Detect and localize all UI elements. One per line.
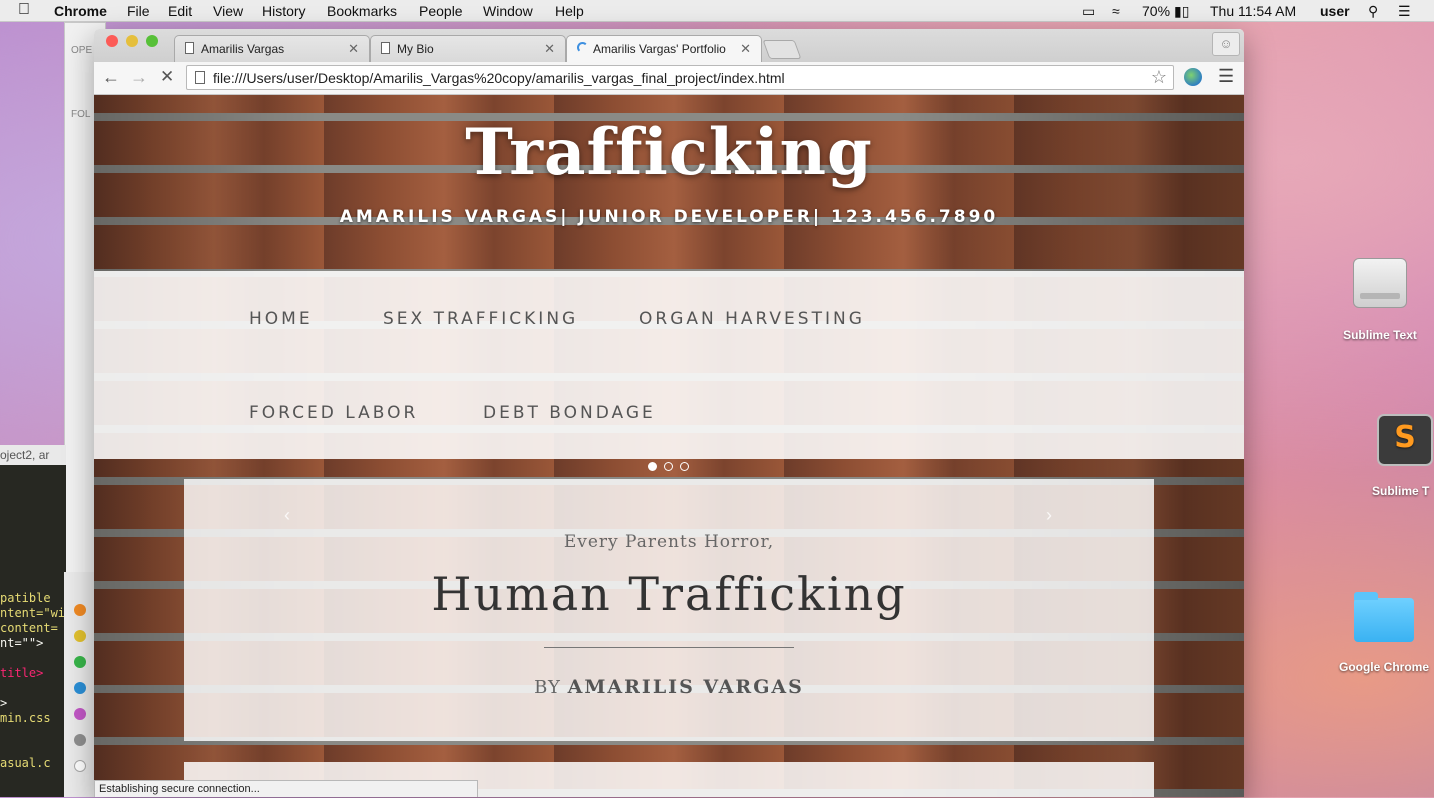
address-bar[interactable]: file:///Users/user/Desktop/Amarilis_Varg… — [186, 65, 1174, 90]
tab-portfolio[interactable]: Amarilis Vargas' Portfolio ✕ — [566, 35, 762, 62]
menu-help[interactable]: Help — [555, 3, 584, 19]
nav-organ-harvesting[interactable]: ORGAN HARVESTING — [639, 309, 865, 329]
code-line: nt=""> — [0, 636, 44, 650]
browser-status-bar: Establishing secure connection... — [94, 780, 478, 797]
loading-spinner-icon — [577, 42, 588, 53]
code-line: title> — [0, 666, 44, 680]
battery-percent[interactable]: 70% — [1142, 3, 1170, 19]
apple-icon[interactable]:  — [18, 1, 30, 19]
carousel-dot-2[interactable] — [664, 462, 673, 471]
byline-prefix: BY — [534, 677, 568, 698]
hero-heading: Human Trafficking — [431, 567, 907, 621]
minimize-window-button[interactable] — [126, 35, 138, 47]
menu-file[interactable]: File — [127, 3, 150, 19]
zoom-window-button[interactable] — [146, 35, 158, 47]
menu-people[interactable]: People — [419, 3, 463, 19]
chrome-window: Amarilis Vargas ✕ My Bio ✕ Amarilis Varg… — [94, 29, 1244, 797]
code-line: patible — [0, 591, 51, 605]
notification-center-icon[interactable]: ☰ — [1398, 3, 1411, 20]
menubar:  Chrome File Edit View History Bookmark… — [0, 0, 1434, 22]
page-icon — [195, 71, 205, 84]
menubar-user[interactable]: user — [1320, 3, 1350, 19]
chrome-menu-icon[interactable]: ☰ — [1218, 66, 1234, 87]
carousel-indicators — [94, 462, 1244, 474]
menu-window[interactable]: Window — [483, 3, 533, 19]
browser-toolbar: ← → ✕ file:///Users/user/Desktop/Amarili… — [94, 62, 1244, 95]
battery-icon[interactable]: ▮▯ — [1174, 3, 1189, 20]
nav-forced-labor[interactable]: FORCED LABOR — [249, 403, 418, 423]
close-window-button[interactable] — [106, 35, 118, 47]
tab-title: Amarilis Vargas — [201, 42, 285, 56]
editor-tab[interactable]: oject2, ar — [0, 445, 66, 465]
desktop-icon-label: Google Chrome — [1338, 660, 1429, 674]
menubar-clock[interactable]: Thu 11:54 AM — [1210, 3, 1296, 19]
nav-sex-trafficking[interactable]: SEX TRAFFICKING — [383, 309, 578, 329]
folder-icon — [1354, 592, 1414, 642]
wifi-icon[interactable]: ≈ — [1112, 3, 1120, 19]
desktop-icon-sublime[interactable]: S Sublime T — [1360, 414, 1434, 498]
menu-view[interactable]: View — [213, 3, 243, 19]
tag-gray-icon[interactable] — [74, 734, 86, 746]
hard-drive-icon — [1353, 258, 1407, 308]
address-url[interactable]: file:///Users/user/Desktop/Amarilis_Varg… — [213, 70, 785, 86]
site-subtitle: AMARILIS VARGAS| JUNIOR DEVELOPER| 123.4… — [339, 207, 999, 227]
hero-intro: Every Parents Horror, — [563, 532, 775, 552]
menu-bookmarks[interactable]: Bookmarks — [327, 3, 397, 19]
document-icon — [185, 42, 194, 54]
code-line: ntent="wi — [0, 606, 66, 620]
hero-divider — [544, 647, 794, 648]
menu-history[interactable]: History — [262, 3, 306, 19]
document-icon — [381, 42, 390, 54]
code-line: content= — [0, 621, 58, 635]
menu-app-chrome[interactable]: Chrome — [54, 3, 107, 19]
tag-green-icon[interactable] — [74, 656, 86, 668]
profile-icon[interactable]: ☺ — [1212, 32, 1240, 56]
tag-yellow-icon[interactable] — [74, 630, 86, 642]
airplay-icon[interactable]: ▭ — [1082, 3, 1095, 20]
code-line: > — [0, 696, 8, 710]
bg-label-fol: FOL — [71, 109, 91, 120]
site-nav: HOME SEX TRAFFICKING ORGAN HARVESTING FO… — [94, 271, 1244, 459]
nav-home[interactable]: HOME — [249, 309, 313, 329]
extension-globe-icon[interactable] — [1184, 68, 1202, 86]
carousel-dot-1[interactable] — [648, 462, 657, 471]
tag-blue-icon[interactable] — [74, 682, 86, 694]
desktop-icon-label: Sublime Text — [1343, 328, 1417, 342]
forward-arrow-icon[interactable]: → — [130, 67, 148, 88]
close-tab-icon[interactable]: ✕ — [544, 41, 555, 57]
desktop-icon-folder[interactable]: Google Chrome — [1334, 592, 1434, 674]
spotlight-icon[interactable]: ⚲ — [1368, 3, 1378, 20]
tab-strip: Amarilis Vargas ✕ My Bio ✕ Amarilis Varg… — [94, 29, 1244, 62]
menu-edit[interactable]: Edit — [168, 3, 192, 19]
bookmark-star-icon[interactable]: ☆ — [1151, 67, 1167, 88]
tab-title: My Bio — [397, 42, 434, 56]
tag-purple-icon[interactable] — [74, 708, 86, 720]
site-title: Trafficking — [465, 115, 873, 190]
desktop-icon-label: Sublime T — [1372, 484, 1430, 498]
tag-orange-icon[interactable] — [74, 604, 86, 616]
carousel-dot-3[interactable] — [680, 462, 689, 471]
tab-my-bio[interactable]: My Bio ✕ — [370, 35, 566, 62]
tab-amarilis-vargas[interactable]: Amarilis Vargas ✕ — [174, 35, 370, 62]
code-line: asual.c — [0, 756, 51, 770]
new-tab-button[interactable] — [762, 40, 802, 59]
byline-author: AMARILIS VARGAS — [567, 676, 804, 698]
desktop-icon-drive[interactable]: Sublime Text — [1330, 258, 1430, 342]
close-tab-icon[interactable]: ✕ — [348, 41, 359, 57]
stop-loading-icon[interactable]: ✕ — [160, 67, 174, 87]
hero-byline: BY AMARILIS VARGAS — [184, 676, 1154, 698]
hero-box: Every Parents Horror, Human Trafficking … — [184, 479, 1154, 741]
nav-debt-bondage[interactable]: DEBT BONDAGE — [483, 403, 656, 423]
sublime-text-icon: S — [1377, 414, 1433, 466]
code-editor-window: oject2, ar patible ntent="wi content= nt… — [0, 445, 66, 797]
tag-all-icon[interactable] — [74, 760, 86, 772]
page-viewport: Trafficking AMARILIS VARGAS| JUNIOR DEVE… — [94, 95, 1244, 797]
bg-label-ope: OPE — [71, 45, 93, 56]
finder-sidebar-tags — [64, 572, 94, 797]
close-tab-icon[interactable]: ✕ — [740, 41, 751, 57]
back-arrow-icon[interactable]: ← — [102, 67, 120, 88]
code-line: min.css — [0, 711, 51, 725]
site-header: Trafficking AMARILIS VARGAS| JUNIOR DEVE… — [94, 95, 1244, 271]
tab-title: Amarilis Vargas' Portfolio — [593, 42, 726, 56]
